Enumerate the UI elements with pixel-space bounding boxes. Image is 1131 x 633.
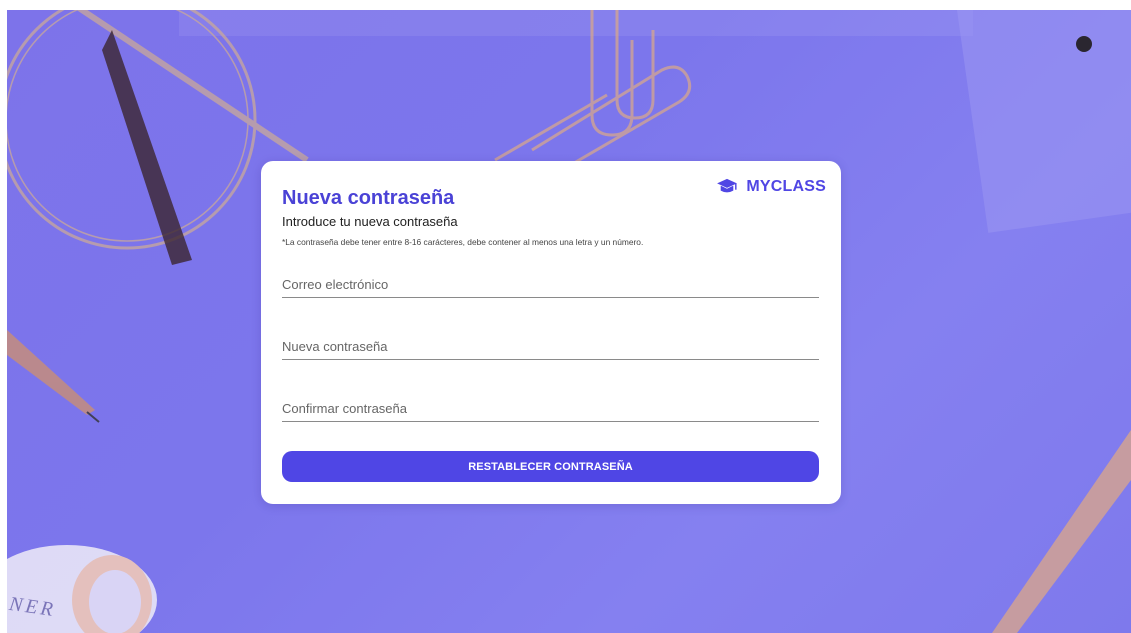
notebook-illustration (956, 10, 1131, 233)
page-title: Nueva contraseña (282, 187, 455, 209)
new-password-field (282, 333, 819, 360)
confirm-password-input[interactable] (282, 395, 819, 421)
brand-name: MYCLASS (746, 178, 826, 195)
glasses-temple (102, 30, 192, 265)
reset-password-button[interactable]: RESTABLECER CONTRASEÑA (282, 451, 819, 482)
new-password-input[interactable] (282, 333, 819, 359)
reset-password-card: MYCLASS Nueva contraseña Introduce tu nu… (261, 161, 841, 504)
binder-hole (1076, 36, 1092, 52)
password-requirements-hint: *La contraseña debe tener entre 8-16 car… (282, 237, 644, 247)
paperclips-illustration (494, 10, 692, 172)
email-field (282, 271, 819, 298)
pencil-illustration (992, 430, 1131, 633)
page-subtitle: Introduce tu nueva contraseña (282, 214, 458, 229)
brand-logo[interactable]: MYCLASS (716, 178, 826, 196)
tape-illustration (7, 545, 157, 633)
email-input[interactable] (282, 271, 819, 297)
confirm-password-field (282, 395, 819, 422)
pen-illustration (7, 330, 100, 423)
graduation-cap-icon (717, 178, 738, 193)
